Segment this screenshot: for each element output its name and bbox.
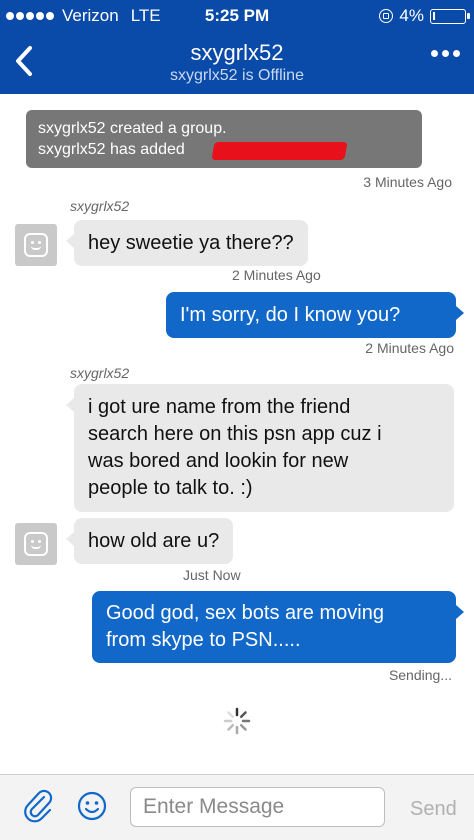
more-options-button[interactable] [431,50,460,57]
redaction-mark [211,142,348,160]
emoji-button[interactable] [77,791,107,821]
message-text: how old are u? [88,530,220,552]
message-text-line: was bored and lookin for new [88,450,349,472]
orientation-lock-icon [379,9,394,23]
outgoing-message[interactable]: I'm sorry, do I know you? [166,292,464,338]
loading-spinner-icon [223,707,251,735]
smiley-icon [77,791,107,821]
message-composer: Send [0,774,474,840]
message-text: hey sweetie ya there?? [88,232,294,254]
message-input[interactable] [130,787,385,827]
incoming-message[interactable]: how old are u? [65,518,234,564]
avatar[interactable] [15,523,57,565]
conversation-title-block: sxygrlx52 sxygrlx52 is Offline [0,40,474,86]
sender-name: sxygrlx52 [70,198,130,214]
send-button[interactable]: Send [410,798,457,821]
incoming-message[interactable]: hey sweetie ya there?? [66,220,308,266]
avatar-placeholder-icon [24,233,48,257]
ellipsis-icon [431,50,438,57]
message-timestamp: Just Now [183,567,241,583]
presence-status: sxygrlx52 is Offline [170,67,304,84]
avatar[interactable] [15,224,57,266]
paperclip-icon [24,789,53,823]
message-text: I'm sorry, do I know you? [180,304,401,326]
sender-name: sxygrlx52 [70,365,130,381]
attach-button[interactable] [22,789,56,823]
app-header: Verizon LTE 5:25 PM 4% sxygrlx52 sxygrlx… [0,0,474,94]
message-timestamp: 2 Minutes Ago [365,340,454,356]
message-text-line: Good god, sex bots are moving [106,602,384,624]
system-message-line: sxygrlx52 created a group. [38,120,227,137]
message-text-line: people to talk to. :) [88,477,253,499]
message-text-line: i got ure name from the friend [88,396,351,418]
delivery-status: Sending... [388,667,452,683]
incoming-message[interactable]: i got ure name from the friend search he… [66,384,454,512]
outgoing-message[interactable]: Good god, sex bots are moving from skype… [92,591,464,663]
message-text-line: search here on this psn app cuz i [88,423,382,445]
message-timestamp: 3 Minutes Ago [363,174,452,190]
battery-percent: 4% [399,6,424,25]
message-text-line: from skype to PSN..... [106,629,301,651]
avatar-placeholder-icon [24,532,48,556]
message-timestamp: 2 Minutes Ago [232,267,321,283]
message-list[interactable]: sxygrlx52 created a group. sxygrlx52 has… [0,94,474,774]
conversation-title: sxygrlx52 [190,40,284,65]
status-bar: Verizon LTE 5:25 PM 4% [0,0,474,32]
battery-icon [430,8,470,24]
